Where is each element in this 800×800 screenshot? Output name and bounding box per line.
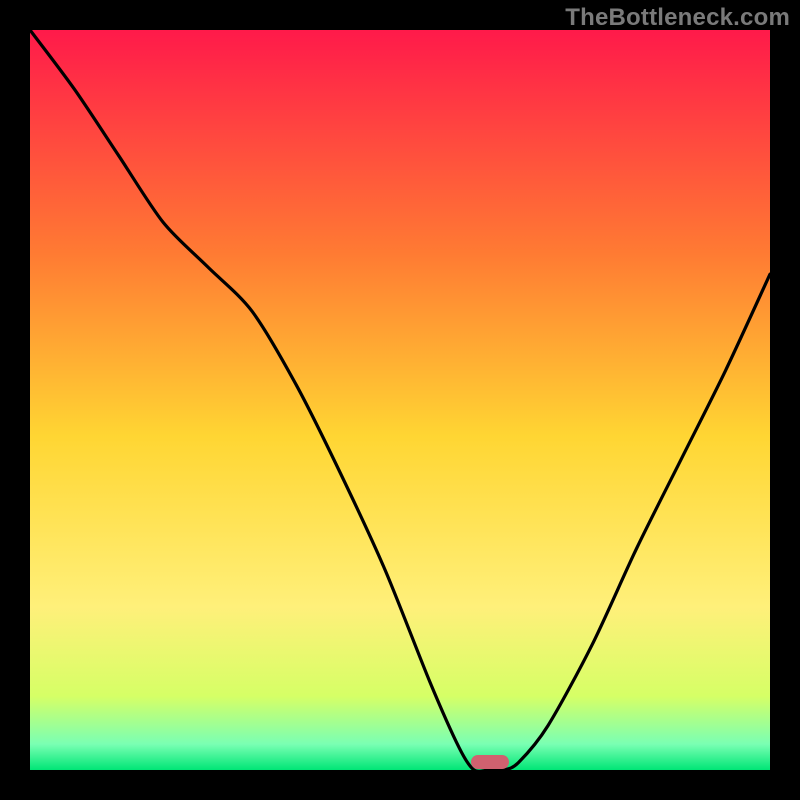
chart-frame: TheBottleneck.com [0, 0, 800, 800]
optimal-marker [471, 755, 509, 769]
bottleneck-chart [0, 0, 800, 800]
plot-background [30, 30, 770, 770]
watermark-text: TheBottleneck.com [565, 4, 790, 32]
